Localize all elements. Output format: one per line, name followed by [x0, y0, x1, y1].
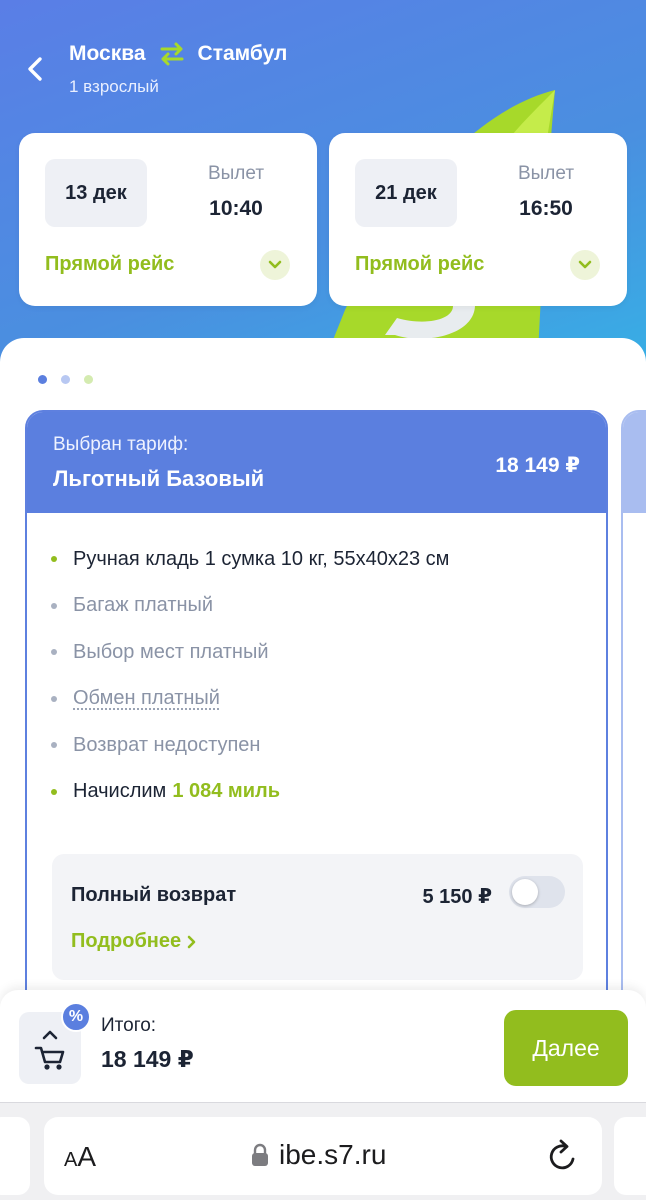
carousel-dots	[38, 375, 93, 384]
excluded-bullet	[51, 602, 57, 609]
refund-title: Полный возврат	[71, 884, 237, 906]
flight-type: Прямой рейс	[45, 253, 175, 275]
text-size-small: A	[64, 1149, 78, 1171]
feature-item: Багаж платный	[51, 583, 449, 630]
departure-label: Вылет	[517, 163, 575, 184]
reload-icon[interactable]	[546, 1137, 580, 1175]
passenger-count: 1 взрослый	[69, 77, 159, 96]
carousel-dot-3[interactable]	[84, 375, 93, 384]
included-bullet	[51, 556, 57, 563]
flight-type: Прямой рейс	[355, 253, 485, 275]
leg-date: 21 дек	[355, 159, 457, 227]
full-refund-option: Полный возврат 5 150 ₽ Подробнее	[52, 854, 583, 980]
chevron-left-icon	[28, 57, 42, 81]
chevron-right-icon	[187, 935, 196, 948]
tariff-card[interactable]: Выбран тариф: Льготный Базовый 18 149 ₽ …	[25, 410, 608, 1030]
total-label: Итого:	[101, 1015, 157, 1036]
miles-prefix: Начислим	[73, 780, 167, 803]
next-tariff-header	[623, 412, 646, 513]
feature-item: Ручная кладь 1 сумка 10 кг, 55х40х23 см	[51, 536, 449, 583]
more-details-link[interactable]: Подробнее	[71, 930, 197, 953]
included-bullet	[51, 788, 57, 795]
carousel-dot-2[interactable]	[61, 375, 70, 384]
carousel-dot-1[interactable]	[38, 375, 47, 384]
address-bar[interactable]: AA ibe.s7.ru	[44, 1117, 602, 1195]
departure-time: 16:50	[519, 197, 573, 220]
next-tariff-card-peek[interactable]	[621, 410, 646, 1030]
leg-date: 13 дек	[45, 159, 147, 227]
chosen-tariff-label: Выбран тариф:	[53, 434, 189, 455]
tariff-header: Выбран тариф: Льготный Базовый 18 149 ₽	[27, 412, 606, 513]
feature-item[interactable]: Обмен платный	[51, 676, 449, 723]
toggle-knob	[512, 879, 538, 905]
destination-city: Стамбул	[197, 42, 288, 65]
expand-leg-button[interactable]	[570, 250, 600, 280]
excluded-bullet	[51, 649, 57, 656]
route-title: Москва Стамбул	[69, 40, 287, 68]
more-details-label: Подробнее	[71, 930, 182, 952]
origin-city: Москва	[69, 42, 146, 65]
refund-toggle[interactable]	[509, 876, 565, 908]
feature-text: Выбор мест платный	[73, 640, 269, 663]
swap-arrows-icon[interactable]	[158, 40, 186, 68]
tariff-name: Льготный Базовый	[53, 466, 265, 491]
feature-text: Ручная кладь 1 сумка 10 кг, 55х40х23 см	[73, 547, 450, 570]
browser-toolbar: AA ibe.s7.ru	[0, 1102, 646, 1200]
refund-price: 5 150 ₽	[422, 886, 492, 908]
feature-item: Возврат недоступен	[51, 722, 449, 769]
url-display[interactable]: ibe.s7.ru	[251, 1139, 386, 1171]
feature-text: Багаж платный	[73, 594, 214, 617]
exchange-info-link[interactable]: Обмен платный	[73, 687, 220, 710]
feature-text: Возврат недоступен	[73, 733, 261, 756]
departure-time: 10:40	[209, 197, 263, 220]
feature-item: Выбор мест платный	[51, 629, 449, 676]
next-button[interactable]: Далее	[504, 1010, 628, 1086]
checkout-bar: % Итого: 18 149 ₽ Далее	[0, 990, 646, 1102]
previous-tab-peek[interactable]	[0, 1117, 30, 1195]
text-size-large: A	[77, 1141, 97, 1172]
leg-card-return[interactable]: 21 дек Вылет 16:50 Прямой рейс	[329, 133, 627, 306]
chevron-down-icon	[578, 260, 592, 269]
expand-leg-button[interactable]	[260, 250, 290, 280]
excluded-bullet	[51, 695, 57, 702]
url-text: ibe.s7.ru	[279, 1139, 387, 1170]
next-tab-peek[interactable]	[614, 1117, 646, 1195]
departure-label: Вылет	[207, 163, 265, 184]
tariff-price: 18 149 ₽	[495, 454, 580, 477]
miles-item: Начислим 1 084 миль	[51, 769, 449, 816]
chevron-down-icon	[268, 260, 282, 269]
back-button[interactable]	[20, 52, 50, 86]
tariff-features: Ручная кладь 1 сумка 10 кг, 55х40х23 см …	[51, 536, 449, 815]
lock-icon	[252, 1143, 268, 1166]
discount-badge: %	[61, 1002, 91, 1032]
text-size-button[interactable]: AA	[64, 1141, 96, 1173]
miles-value: 1 084 миль	[172, 780, 281, 803]
excluded-bullet	[51, 742, 57, 749]
total-value: 18 149 ₽	[101, 1046, 194, 1072]
leg-card-outbound[interactable]: 13 дек Вылет 10:40 Прямой рейс	[19, 133, 317, 306]
